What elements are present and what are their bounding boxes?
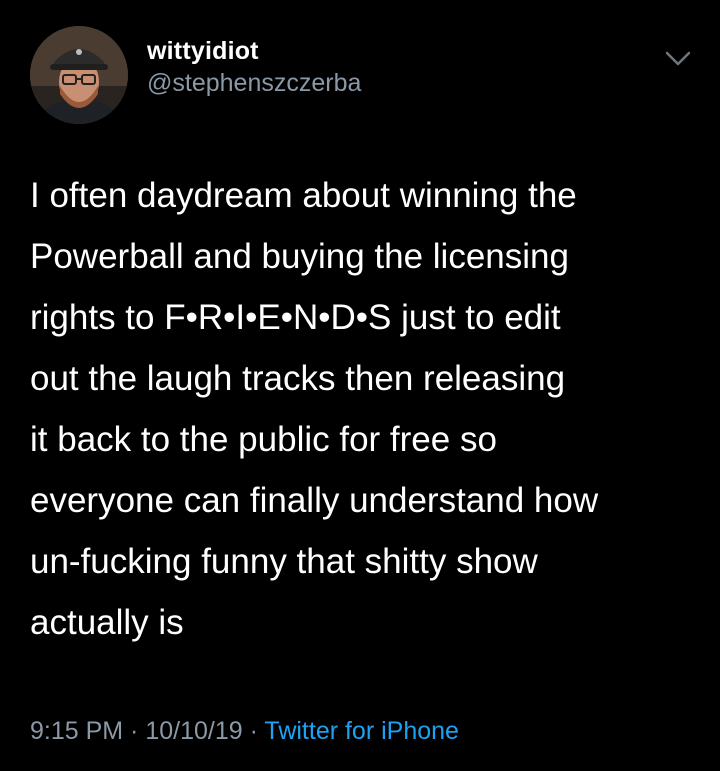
avatar[interactable] (30, 26, 128, 124)
tweet-card: wittyidiot @stephenszczerba I often dayd… (0, 0, 720, 771)
tweet-time: 9:15 PM (30, 717, 124, 745)
tweet-source-link[interactable]: Twitter for iPhone (264, 717, 459, 745)
display-name[interactable]: wittyidiot (147, 36, 361, 66)
author-info: wittyidiot @stephenszczerba (147, 36, 361, 100)
user-handle[interactable]: @stephenszczerba (147, 66, 361, 100)
tweet-date: 10/10/19 (145, 717, 243, 745)
tweet-meta: 9:15 PM · 10/10/19 · Twitter for iPhone (30, 711, 459, 751)
tweet-text: I often daydream about winning the Power… (30, 176, 599, 642)
avatar-photo-icon (30, 26, 128, 124)
chevron-down-icon[interactable] (664, 48, 692, 70)
meta-separator: · (123, 717, 146, 745)
meta-separator: · (242, 717, 265, 745)
